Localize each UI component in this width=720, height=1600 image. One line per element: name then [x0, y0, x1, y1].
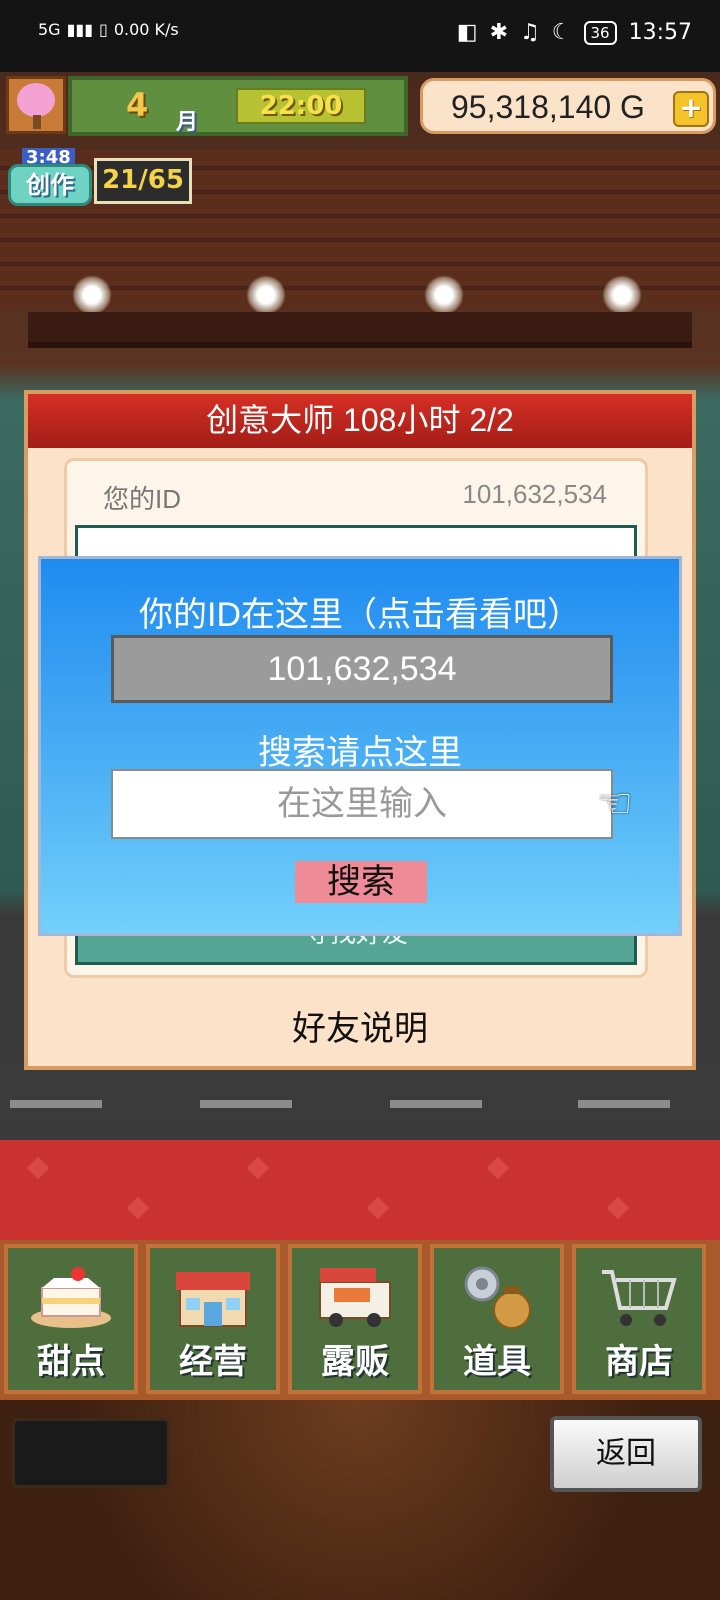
- signal-icon: ▮▮▮: [66, 20, 93, 39]
- nav-tab-dessert[interactable]: 甜点: [4, 1244, 138, 1394]
- nav-tab-store[interactable]: 商店: [572, 1244, 706, 1394]
- my-id-box[interactable]: 101,632,534: [111, 635, 613, 703]
- create-count: 21/65: [94, 158, 192, 204]
- nav-tab-label: 道具: [463, 1342, 531, 1382]
- network-indicator: 5G: [38, 20, 61, 39]
- month-number: 4: [126, 86, 149, 124]
- food-truck-icon: [319, 1268, 391, 1327]
- status-left: 5G ▮▮▮ ▯ 0.00 K/s: [38, 20, 179, 39]
- roof-light: [602, 275, 642, 315]
- money-value: 95,318,140 G: [451, 89, 645, 125]
- message-slot: [12, 1418, 170, 1488]
- create-label: 创作: [8, 164, 92, 206]
- moon-icon: ☾: [551, 20, 572, 45]
- shop-awning: [28, 312, 692, 348]
- status-right: ◧ ✱ ♫ ☾ 36 13:57: [457, 20, 692, 45]
- shop-avatar[interactable]: [6, 76, 66, 134]
- red-carpet: [0, 1140, 720, 1240]
- pointing-hand-icon: ☜: [597, 781, 633, 827]
- nav-tab-label: 经营: [179, 1342, 247, 1382]
- bluetooth-icon: ✱: [489, 20, 509, 45]
- your-id-value: 101,632,534: [462, 479, 607, 509]
- search-hint: 搜索请点这里: [258, 734, 462, 772]
- nav-tab-label: 甜点: [37, 1342, 105, 1382]
- sim-icon: ▯: [99, 20, 108, 39]
- roof-light: [424, 275, 464, 315]
- road-marking: [578, 1100, 670, 1108]
- add-money-button[interactable]: +: [673, 91, 709, 127]
- status-bar: 5G ▮▮▮ ▯ 0.00 K/s ◧ ✱ ♫ ☾ 36 13:57: [0, 0, 720, 72]
- nav-tab-label: 商店: [605, 1342, 673, 1382]
- road-marking: [10, 1100, 102, 1108]
- panel-title: 创意大师 108小时 2/2: [28, 394, 692, 448]
- month-label: 月: [176, 110, 199, 135]
- road-marking: [390, 1100, 482, 1108]
- your-id-label: 您的ID: [103, 484, 182, 514]
- shop-icon: [176, 1272, 250, 1327]
- search-dialog: 你的ID在这里（点击看看吧） 101,632,534 搜索请点这里 ☜ 搜索: [38, 556, 682, 936]
- sakura-tree-icon: [17, 83, 55, 117]
- tree-trunk: [33, 115, 41, 129]
- nav-tab-manage[interactable]: 经营: [146, 1244, 280, 1394]
- roof-light: [246, 275, 286, 315]
- network-speed: 0.00 K/s: [113, 20, 179, 39]
- nfc-icon: ◧: [456, 20, 478, 45]
- back-button[interactable]: 返回: [550, 1416, 702, 1492]
- nav-tab-stall[interactable]: 露贩: [288, 1244, 422, 1394]
- cart-icon: [602, 1270, 677, 1326]
- battery-indicator: 36: [583, 20, 617, 45]
- nav-tab-items[interactable]: 道具: [430, 1244, 564, 1394]
- friend-id-input[interactable]: [111, 769, 613, 839]
- bell-icon: ♫: [520, 20, 540, 45]
- nav-tab-label: 露贩: [321, 1342, 389, 1382]
- create-status[interactable]: 3:48 创作 21/65: [8, 148, 192, 208]
- money-display: 95,318,140 G +: [420, 78, 716, 134]
- items-icon: [464, 1266, 531, 1329]
- dialog-title: 你的ID在这里（点击看看吧）: [139, 596, 581, 634]
- date-time-bar: 4 月 22:00: [68, 76, 408, 136]
- game-clock: 22:00: [236, 88, 366, 124]
- road-marking: [200, 1100, 292, 1108]
- cake-icon: [31, 1267, 111, 1328]
- search-button[interactable]: 搜索: [295, 861, 427, 903]
- status-time: 13:57: [628, 20, 692, 45]
- roof-light: [72, 275, 112, 315]
- friend-explanation-link[interactable]: 好友说明: [28, 1004, 692, 1054]
